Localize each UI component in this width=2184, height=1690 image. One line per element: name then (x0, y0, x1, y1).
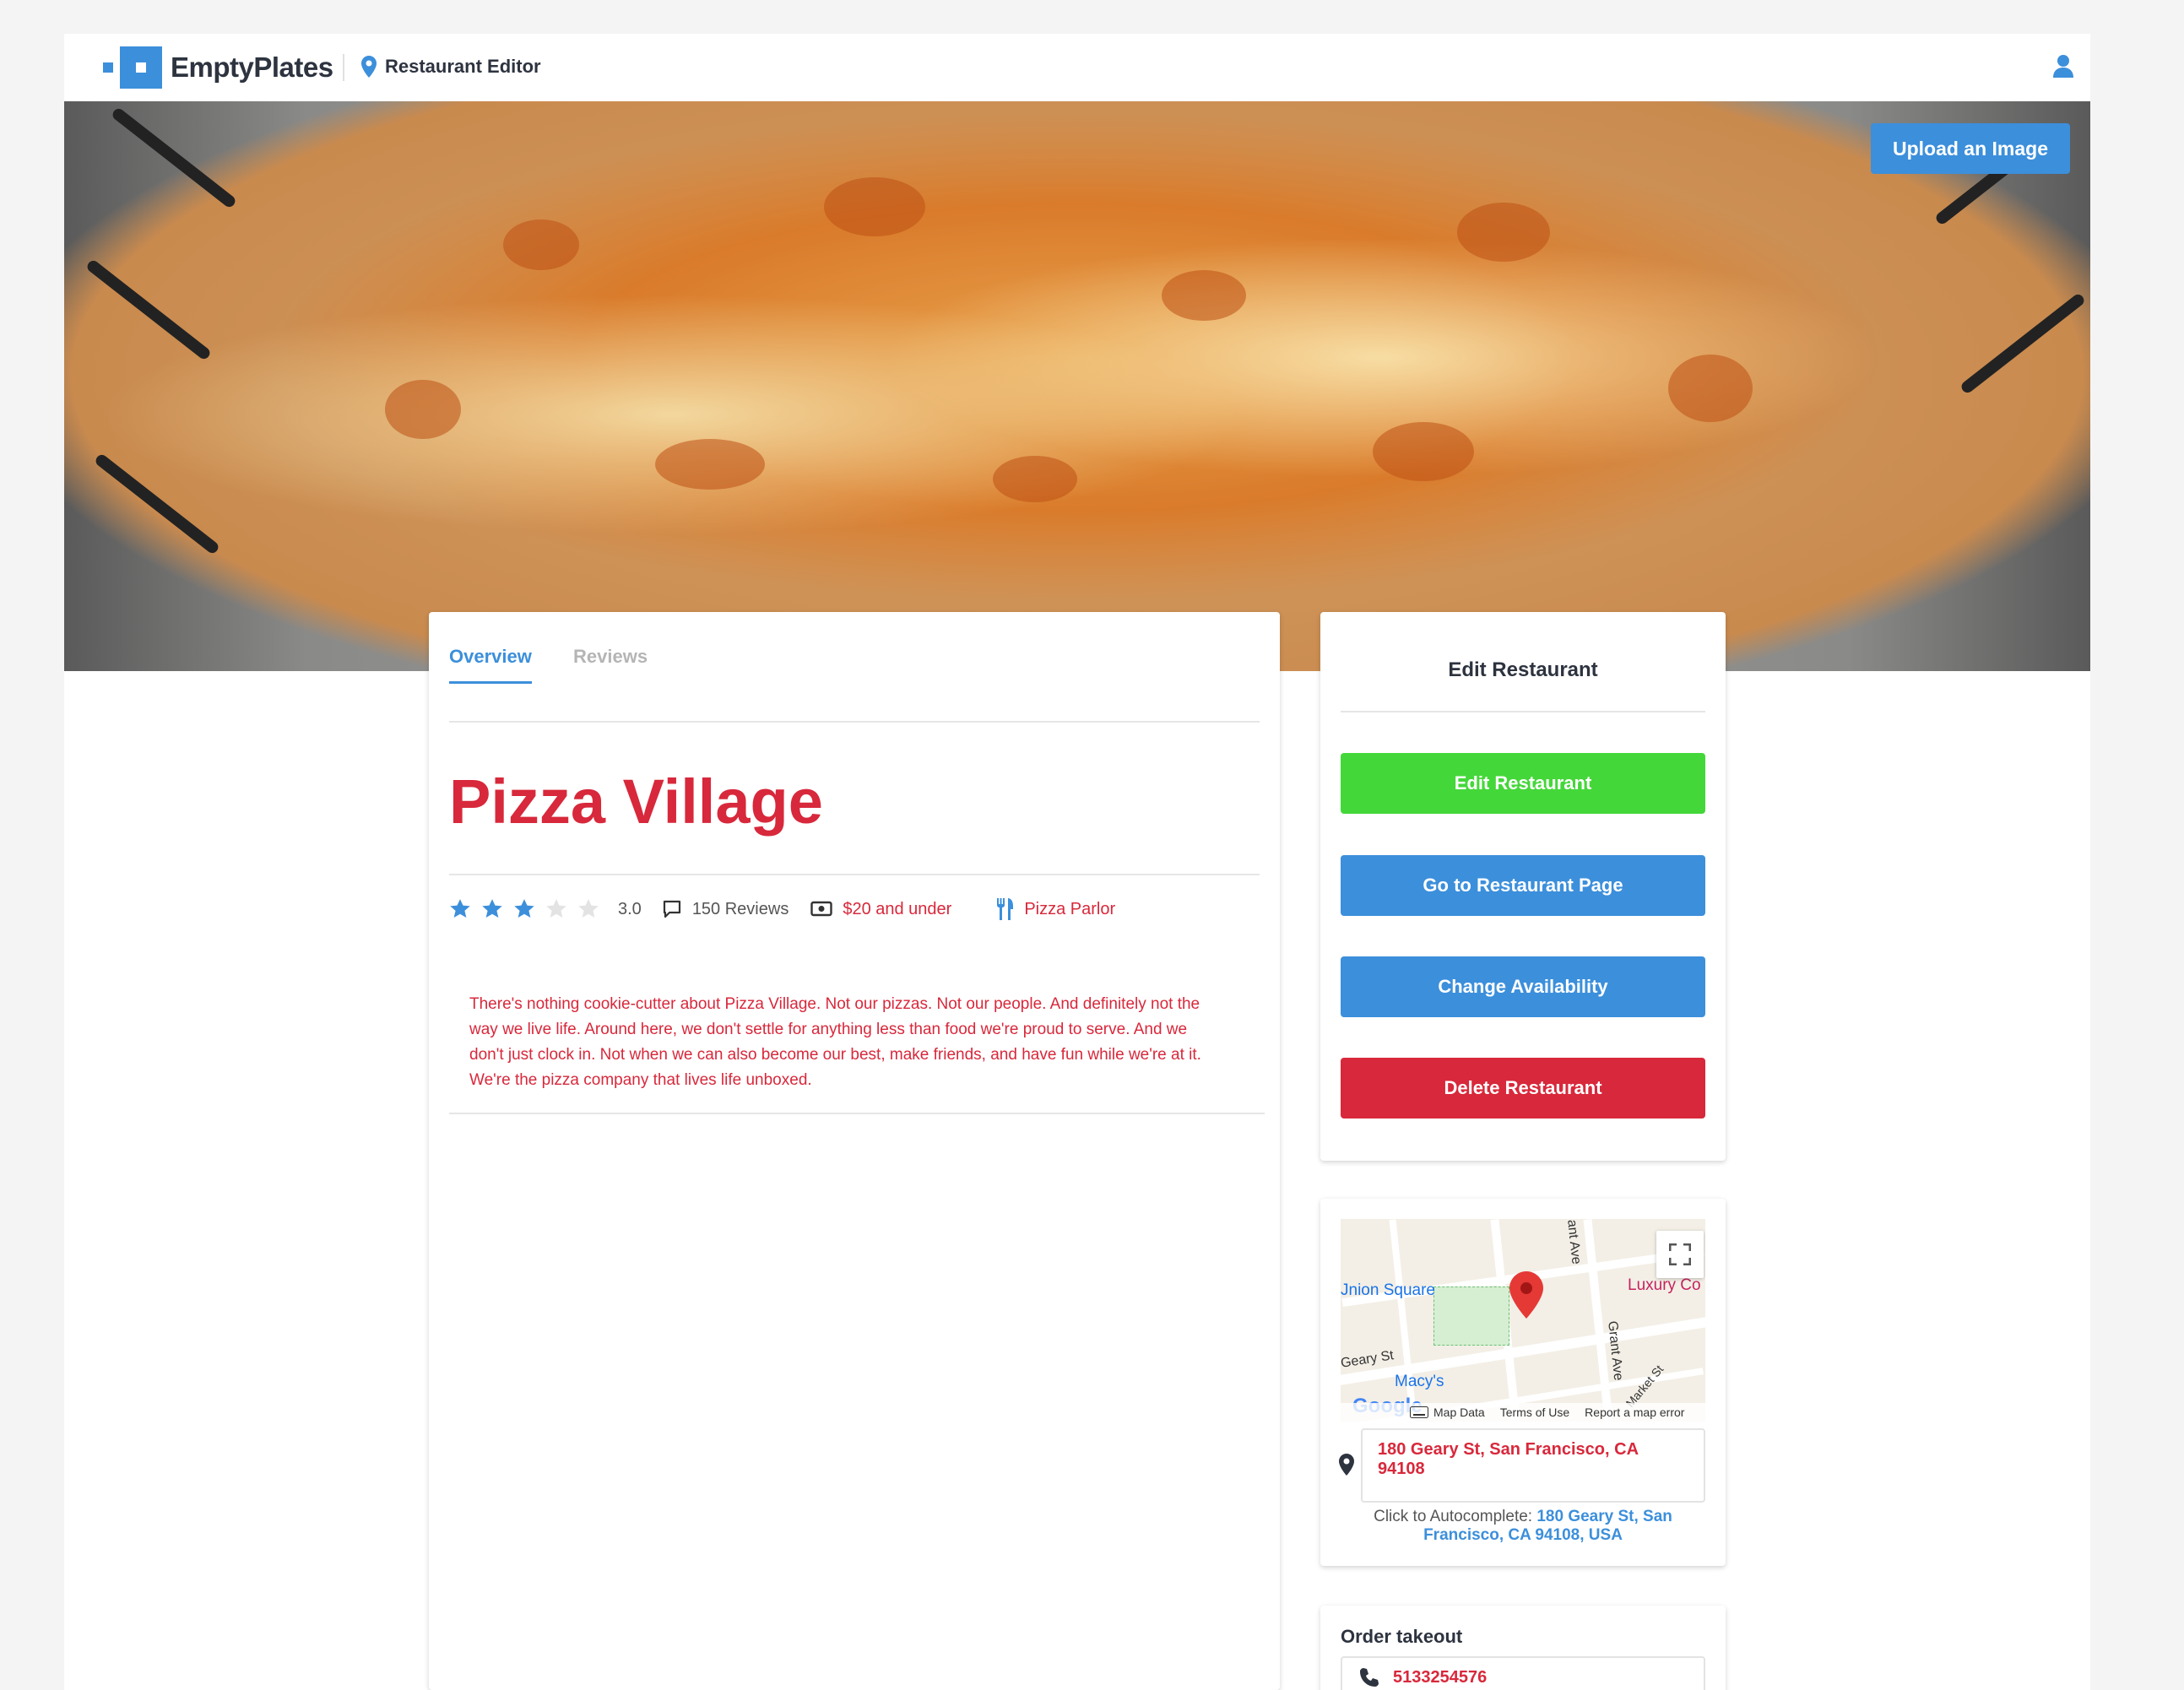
logo-mark-small (103, 62, 113, 73)
tray-slot (84, 258, 213, 361)
upload-image-button[interactable]: Upload an Image (1871, 123, 2070, 174)
location-pin-icon (1339, 1454, 1354, 1476)
map-data-link[interactable]: Map Data (1433, 1406, 1485, 1419)
category: Pizza Parlor (995, 898, 1115, 920)
map-footer: Map Data Terms of Use Report a map error (1341, 1403, 1705, 1422)
pizza-topping (1162, 270, 1246, 321)
map-label-grant-ave-top: ant Ave (1564, 1219, 1584, 1265)
edit-card-title: Edit Restaurant (1341, 612, 1705, 712)
star-icon (546, 899, 566, 918)
go-to-restaurant-page-button[interactable]: Go to Restaurant Page (1341, 855, 1705, 916)
pizza-topping (655, 439, 765, 490)
pizza-topping (993, 456, 1077, 502)
comment-icon (663, 900, 680, 918)
restaurant-description: There's nothing cookie-cutter about Pizz… (469, 995, 1201, 1089)
restaurant-name: Pizza Village (449, 766, 823, 837)
edit-restaurant-button[interactable]: Edit Restaurant (1341, 753, 1705, 814)
edit-restaurant-card: Edit Restaurant Edit Restaurant Go to Re… (1320, 612, 1726, 1161)
star-icon (450, 899, 470, 918)
category-label: Pizza Parlor (1024, 899, 1116, 918)
reviews-count[interactable]: 150 Reviews (662, 899, 789, 919)
top-nav: EmptyPlates Restaurant Editor (64, 34, 2090, 101)
phone-icon (1360, 1668, 1379, 1687)
header-divider (343, 54, 344, 81)
rating-value: 3.0 (618, 899, 642, 918)
map-marker-icon[interactable] (1509, 1271, 1543, 1319)
star-rating (449, 898, 610, 920)
report-map-error-link[interactable]: Report a map error (1585, 1406, 1684, 1419)
map-label-luxury: Luxury Co (1628, 1276, 1701, 1294)
price-label: $20 and under (843, 899, 952, 918)
utensils-icon (997, 898, 1014, 920)
divider (449, 1113, 1265, 1114)
brand-logo[interactable]: EmptyPlates (103, 46, 333, 89)
pizza-topping (385, 380, 461, 439)
star-icon (578, 899, 599, 918)
tab-bar: Overview Reviews (449, 612, 1260, 723)
map-fullscreen-button[interactable] (1656, 1231, 1704, 1278)
location-pin-icon (361, 56, 377, 78)
pizza-topping (1373, 422, 1474, 481)
tab-reviews[interactable]: Reviews (573, 646, 648, 668)
brand-name: EmptyPlates (171, 51, 333, 83)
rating: 3.0 (449, 898, 662, 920)
star-icon (514, 899, 534, 918)
app-frame: EmptyPlates Restaurant Editor Upload an … (64, 34, 2090, 1690)
order-takeout-card: Order takeout 5133254576 (1320, 1606, 1726, 1690)
map-park (1433, 1286, 1509, 1346)
keyboard-icon[interactable] (1410, 1406, 1428, 1418)
autocomplete-hint: Click to Autocomplete: 180 Geary St, San… (1341, 1508, 1705, 1545)
map-view[interactable]: Jnion Square ant Ave Grant Ave Luxury Co… (1341, 1219, 1705, 1422)
price-range: $20 and under (810, 900, 951, 919)
tray-slot (93, 452, 221, 555)
map-label-union-square: Jnion Square (1341, 1281, 1435, 1299)
change-availability-button[interactable]: Change Availability (1341, 956, 1705, 1017)
tab-overview[interactable]: Overview (449, 646, 532, 684)
phone-number: 5133254576 (1393, 1667, 1488, 1687)
autocomplete-prefix: Click to Autocomplete: (1374, 1508, 1537, 1525)
pizza-topping (824, 177, 925, 236)
reviews-label: 150 Reviews (691, 899, 789, 918)
restaurant-meta: 3.0 150 Reviews $20 and under Pizza Parl… (449, 896, 1137, 923)
map-label-macys: Macy's (1395, 1373, 1444, 1390)
restaurant-editor-label: Restaurant Editor (385, 56, 541, 77)
tray-slot (1959, 292, 2087, 395)
address-input[interactable]: 180 Geary St, San Francisco, CA 94108 (1361, 1428, 1705, 1503)
delete-restaurant-button[interactable]: Delete Restaurant (1341, 1058, 1705, 1119)
pizza-topping (503, 219, 579, 270)
pizza-topping (1457, 203, 1550, 262)
money-icon (810, 901, 833, 917)
fullscreen-icon (1669, 1243, 1691, 1265)
terms-link[interactable]: Terms of Use (1500, 1406, 1569, 1419)
tray-slot (110, 106, 238, 209)
divider (449, 874, 1260, 875)
phone-field[interactable]: 5133254576 (1341, 1656, 1705, 1690)
overview-card: Overview Reviews Pizza Village 3.0 150 R… (429, 612, 1280, 1690)
star-icon (482, 899, 502, 918)
order-title: Order takeout (1341, 1626, 1463, 1647)
hero-image: Upload an Image (64, 101, 2090, 671)
user-icon[interactable] (2053, 54, 2073, 78)
location-card: Jnion Square ant Ave Grant Ave Luxury Co… (1320, 1199, 1726, 1566)
restaurant-editor-link[interactable]: Restaurant Editor (361, 56, 541, 78)
logo-mark (120, 46, 162, 89)
pizza-topping (1668, 355, 1753, 422)
